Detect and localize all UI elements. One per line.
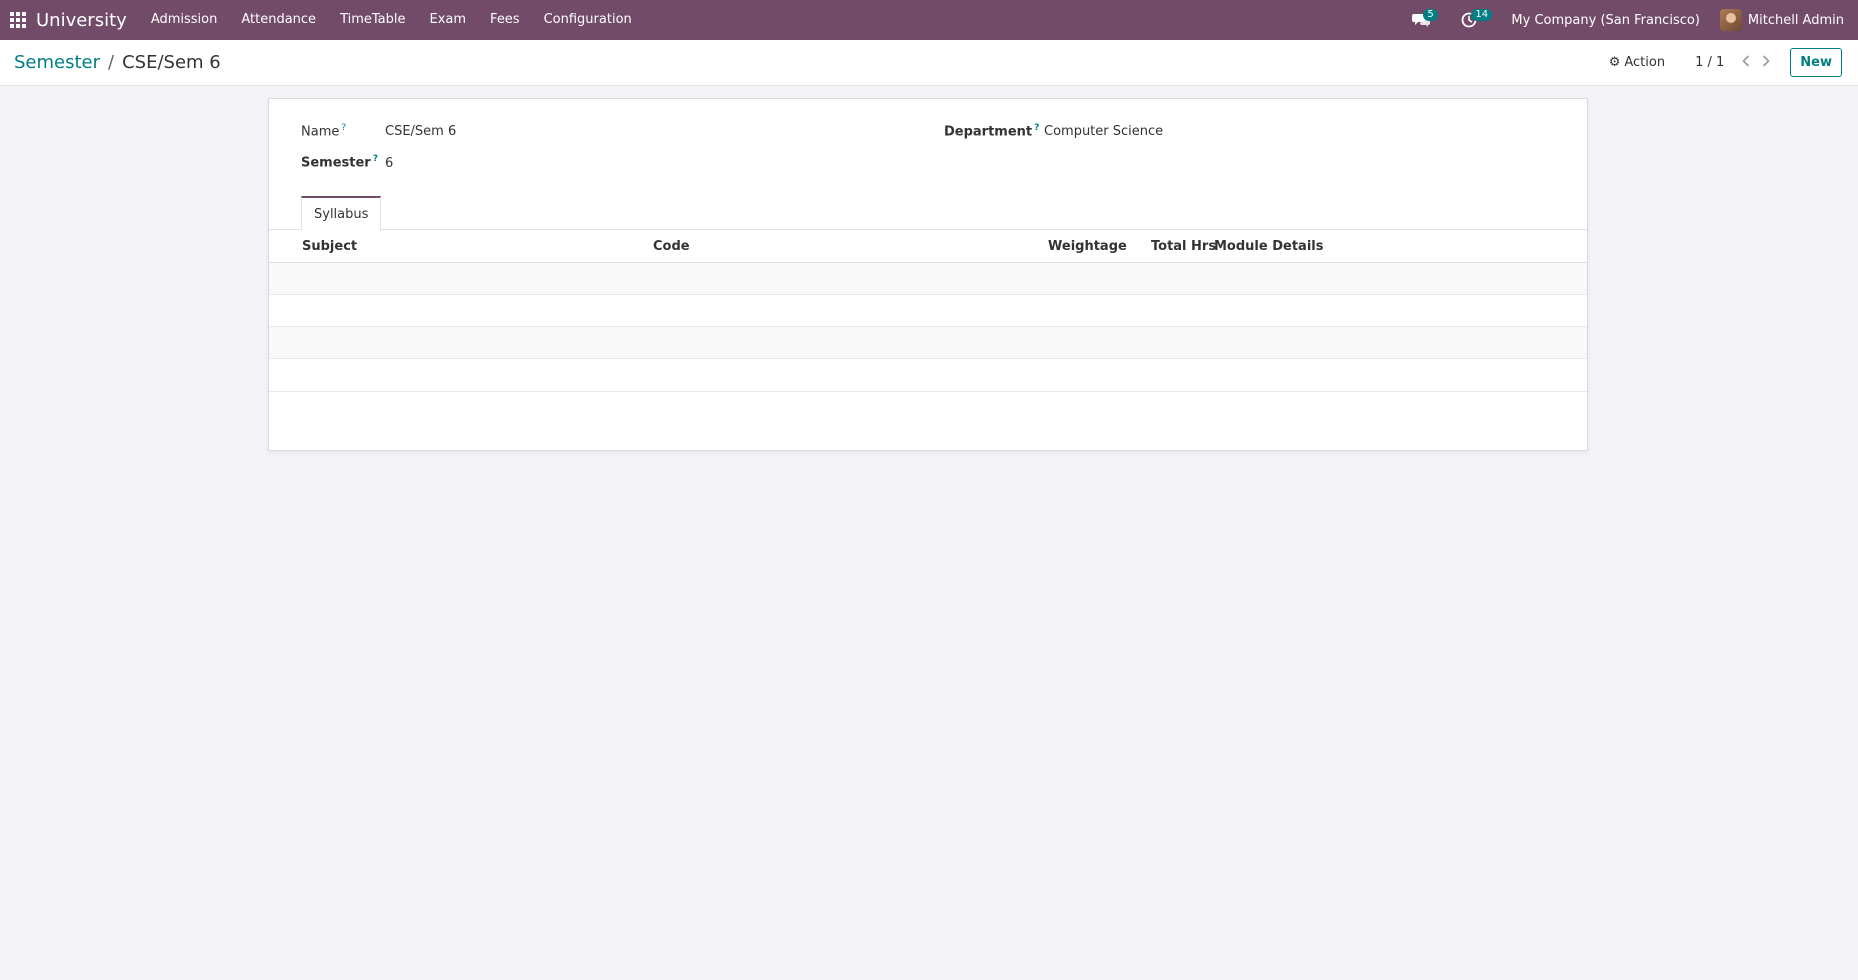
app-brand[interactable]: University [36, 10, 127, 31]
department-value-wrap: Computer Science [1044, 124, 1163, 139]
avatar [1719, 9, 1742, 31]
pager-previous-icon[interactable] [1742, 54, 1750, 71]
column-code[interactable]: Code [653, 230, 690, 263]
menu-item-timetable[interactable]: TimeTable [328, 0, 417, 40]
breadcrumb-current: CSE/Sem 6 [122, 52, 221, 73]
column-module-details[interactable]: Module Details [1214, 230, 1323, 263]
name-label: Name? [301, 123, 347, 140]
column-subject[interactable]: Subject [302, 230, 357, 263]
activities-count-badge: 14 [1471, 9, 1493, 21]
name-value-wrap: CSE/Sem 6 [385, 124, 456, 139]
name-help-icon[interactable]: ? [341, 123, 346, 133]
breadcrumb-semester-link[interactable]: Semester [14, 52, 100, 73]
breadcrumb-separator: / [108, 52, 115, 73]
form-sheet: Name? CSE/Sem 6 Semester? 6 Department? … [268, 98, 1588, 451]
breadcrumb: Semester / CSE/Sem 6 [14, 52, 221, 73]
column-weightage[interactable]: Weightage [1048, 230, 1127, 263]
control-panel: Semester / CSE/Sem 6 ⚙ Action 1 / 1 New [0, 40, 1858, 86]
pager-value[interactable]: 1 / 1 [1695, 55, 1724, 70]
semester-label: Semester? [301, 154, 378, 171]
menu-item-admission[interactable]: Admission [139, 0, 230, 40]
semester-value-wrap: 6 [385, 156, 393, 171]
table-row [269, 327, 1587, 359]
gear-icon: ⚙ [1608, 55, 1621, 70]
name-field: Name? [301, 123, 346, 139]
activities-button[interactable]: 14 [1445, 0, 1493, 40]
menu-item-configuration[interactable]: Configuration [532, 0, 644, 40]
messages-count-badge: 5 [1423, 9, 1438, 21]
syllabus-table-header: Subject Code Weightage Total Hrs Module … [269, 230, 1587, 263]
control-actions: ⚙ Action 1 / 1 New [1609, 48, 1858, 77]
company-switcher[interactable]: My Company (San Francisco) [1511, 13, 1699, 28]
department-label: Department? [944, 123, 1040, 140]
semester-field: Semester? [301, 154, 378, 170]
menu-item-exam[interactable]: Exam [418, 0, 479, 40]
name-value[interactable]: CSE/Sem 6 [385, 124, 456, 139]
table-row [269, 263, 1587, 295]
department-value[interactable]: Computer Science [1044, 124, 1163, 139]
tab-syllabus[interactable]: Syllabus [301, 196, 382, 231]
notebook-tabs: Syllabus [269, 196, 1587, 231]
table-row [269, 360, 1587, 392]
column-total-hrs[interactable]: Total Hrs [1151, 230, 1216, 263]
menu-item-attendance[interactable]: Attendance [229, 0, 328, 40]
main-menu: Admission Attendance TimeTable Exam Fees… [139, 0, 644, 40]
user-menu[interactable]: Mitchell Admin [1719, 9, 1844, 31]
table-row [269, 295, 1587, 327]
menu-item-fees[interactable]: Fees [478, 0, 532, 40]
department-field: Department? [944, 123, 1039, 139]
top-navbar: University Admission Attendance TimeTabl… [0, 0, 1858, 40]
department-help-icon[interactable]: ? [1034, 123, 1039, 133]
action-menu-button[interactable]: ⚙ Action [1609, 55, 1665, 70]
user-name: Mitchell Admin [1747, 12, 1844, 28]
new-button[interactable]: New [1790, 48, 1842, 77]
pager-next-icon[interactable] [1762, 54, 1770, 71]
semester-value[interactable]: 6 [385, 156, 393, 171]
action-label: Action [1624, 55, 1666, 70]
messages-button[interactable]: 5 [1397, 0, 1445, 40]
apps-grid-icon[interactable] [0, 0, 36, 40]
navbar-systray: 5 14 My Company (San Francisco) Mitchell… [1397, 0, 1858, 40]
semester-help-icon[interactable]: ? [373, 154, 378, 164]
